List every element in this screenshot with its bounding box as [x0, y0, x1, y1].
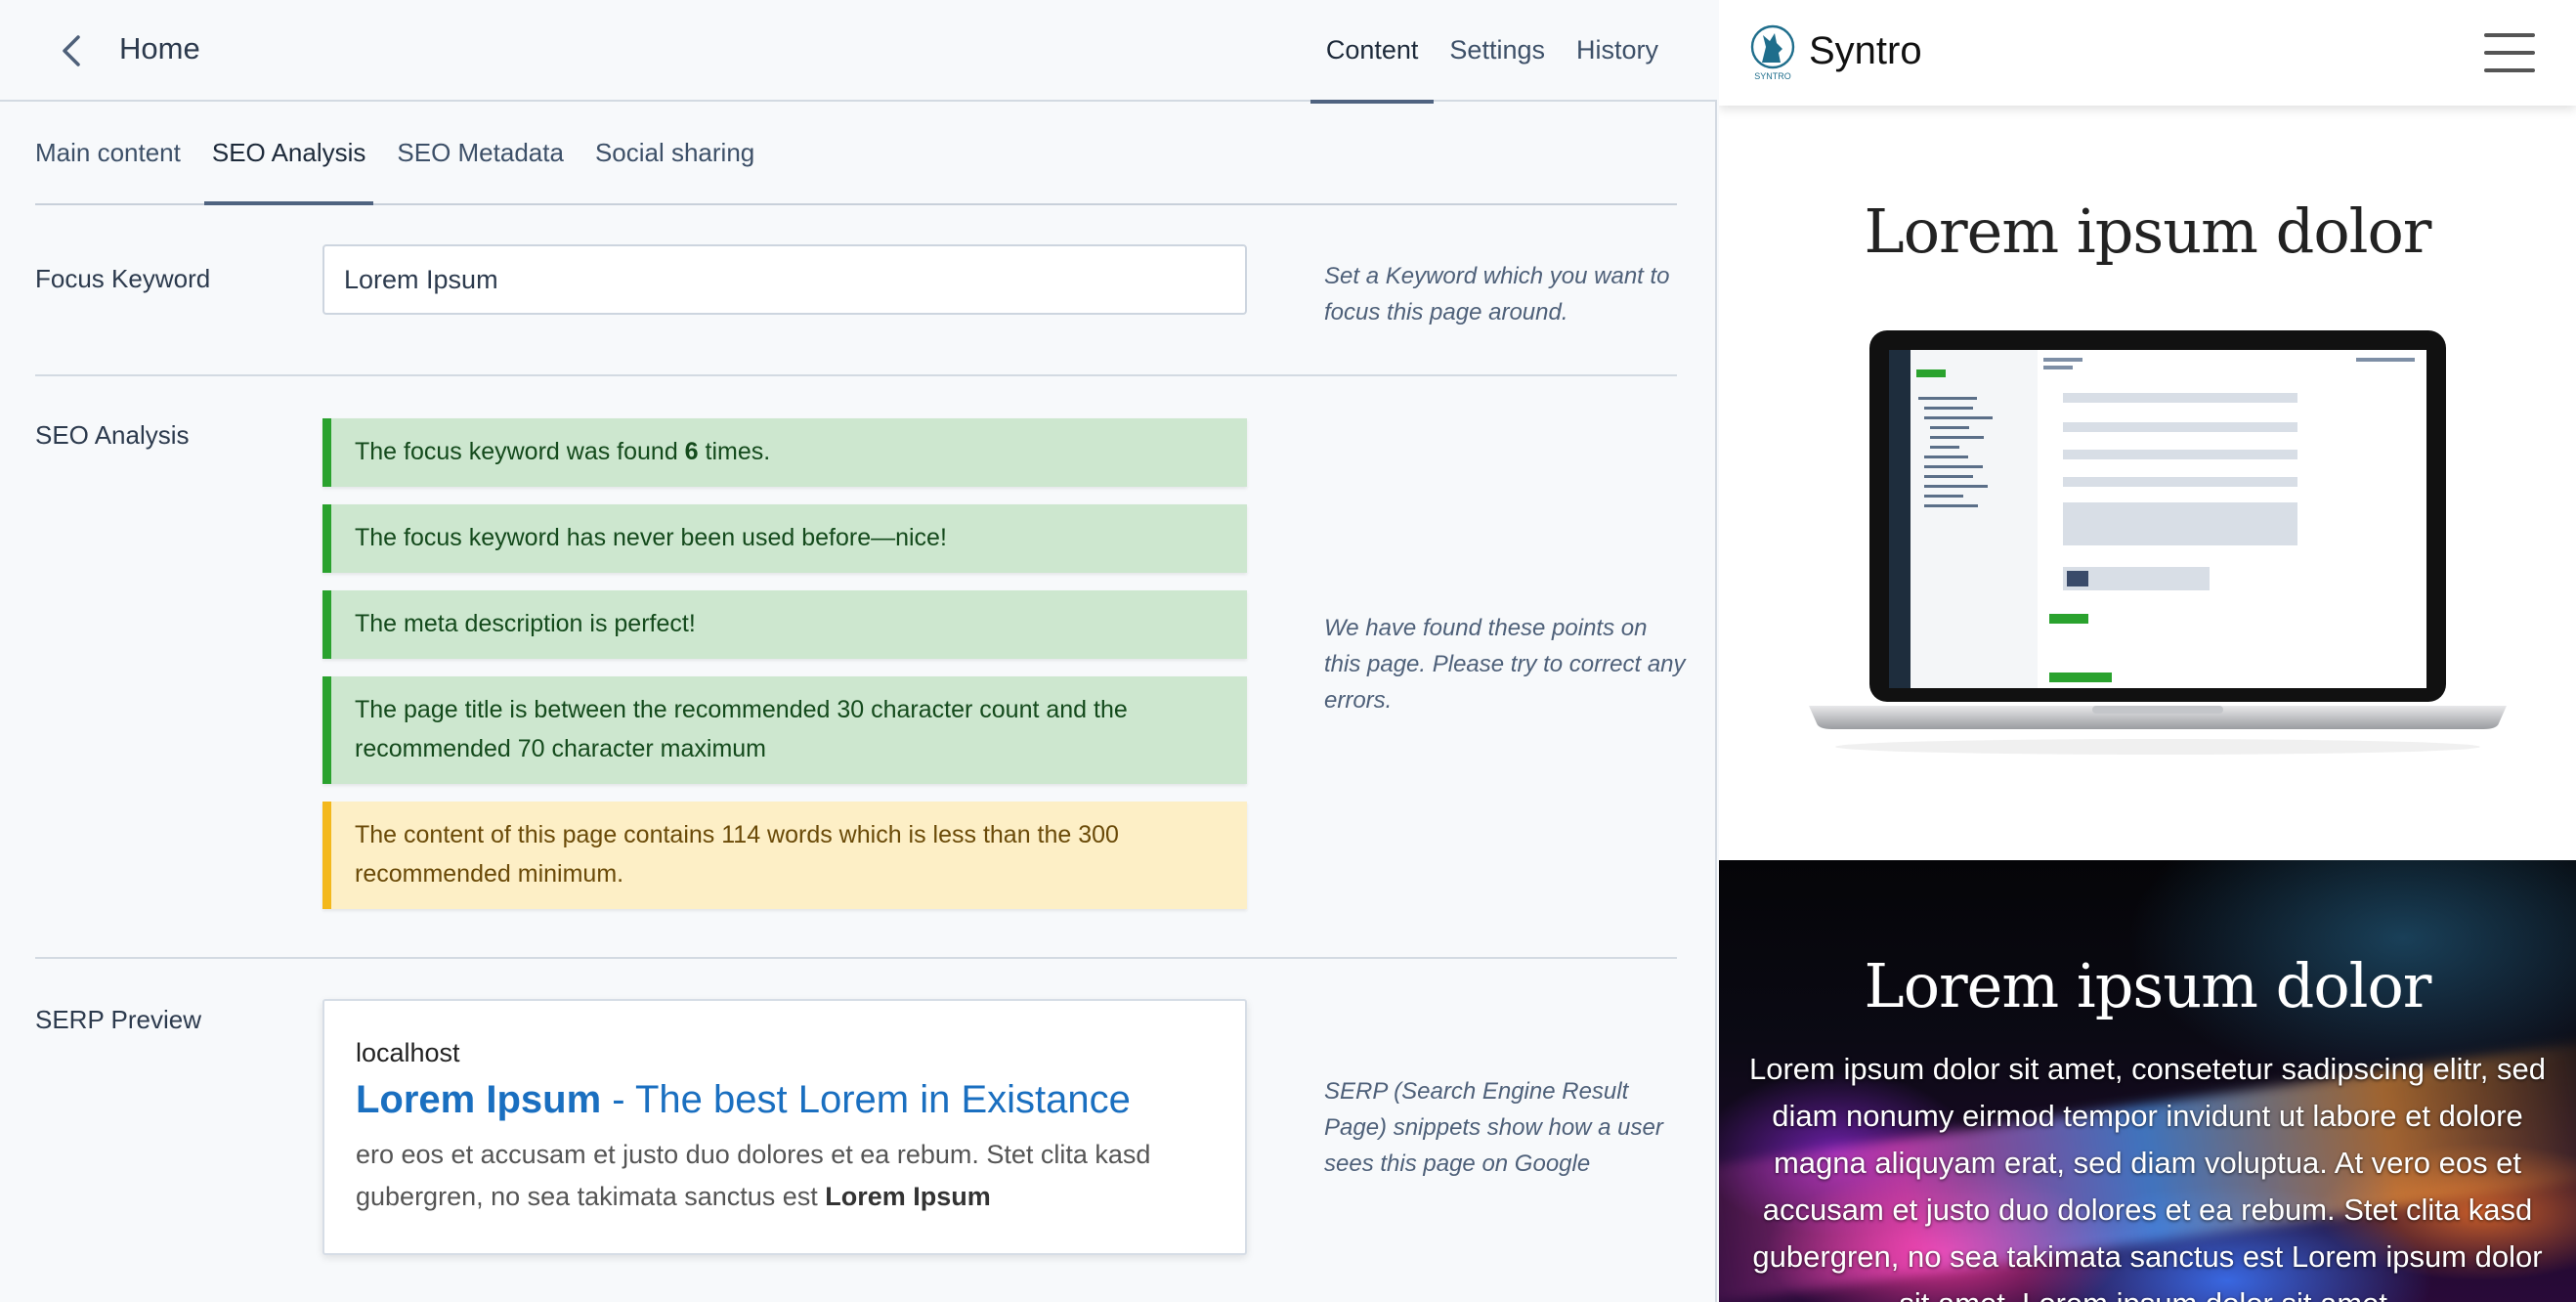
- top-bar: Home Content Settings History: [0, 0, 1717, 104]
- tab-settings[interactable]: Settings: [1434, 0, 1561, 102]
- hamburger-menu-icon[interactable]: [2484, 33, 2535, 72]
- focus-keyword-help: Set a Keyword which you want to focus th…: [1324, 263, 1670, 326]
- subtab-seo-analysis[interactable]: SEO Analysis: [203, 102, 374, 205]
- site-brand[interactable]: Syntro: [1809, 29, 1922, 73]
- seo-message-warning: The content of this page contains 114 wo…: [322, 802, 1247, 909]
- message-text: The focus keyword was found: [355, 438, 685, 465]
- message-text: The page title is between the recommende…: [355, 696, 1128, 762]
- subtab-seo-metadata[interactable]: SEO Metadata: [389, 102, 572, 203]
- message-text-end: times.: [698, 438, 771, 465]
- message-text: The content of this page contains 114 wo…: [355, 821, 1119, 888]
- serp-description-keyword: Lorem Ipsum: [825, 1182, 991, 1211]
- logo-caption: SYNTRO: [1754, 71, 1791, 81]
- subtab-social-sharing[interactable]: Social sharing: [587, 102, 762, 203]
- seo-message-success: The page title is between the recommende…: [322, 676, 1247, 784]
- sub-tabs: Main content SEO Analysis SEO Metadata S…: [35, 102, 1677, 205]
- serp-title-rest: - The best Lorem in Existance: [601, 1078, 1131, 1121]
- hero-text: Lorem ipsum dolor sit amet, consetetur s…: [1749, 1052, 2546, 1302]
- serp-description-text: ero eos et accusam et justo duo dolores …: [356, 1140, 1151, 1211]
- serp-title-keyword: Lorem Ipsum: [356, 1078, 602, 1121]
- focus-keyword-label: Focus Keyword: [35, 264, 211, 293]
- serp-url: localhost: [356, 1038, 460, 1067]
- focus-keyword-input[interactable]: [322, 244, 1247, 315]
- subtab-main-content[interactable]: Main content: [27, 102, 189, 203]
- seo-message-success: The focus keyword has never been used be…: [322, 504, 1247, 573]
- divider: [35, 957, 1677, 959]
- seo-analysis-label: SEO Analysis: [35, 420, 190, 450]
- site-header: SYNTRO Syntro: [1719, 0, 2576, 106]
- hero-heading: Lorem ipsum dolor: [1864, 950, 2432, 1021]
- hero-section: Lorem ipsum dolor Lorem ipsum dolor sit …: [1719, 860, 2576, 1302]
- tab-history[interactable]: History: [1561, 0, 1674, 102]
- wolf-logo-icon: SYNTRO: [1750, 24, 1795, 81]
- laptop-image: [1809, 330, 2507, 755]
- tab-content[interactable]: Content: [1309, 0, 1435, 104]
- message-text: The focus keyword has never been used be…: [355, 524, 947, 551]
- back-button[interactable]: [53, 29, 92, 72]
- serp-preview-help: SERP (Search Engine Result Page) snippet…: [1324, 1078, 1663, 1177]
- serp-description: ero eos et accusam et justo duo dolores …: [356, 1134, 1214, 1218]
- chevron-left-icon: [63, 35, 80, 66]
- top-tabs: Content Settings History: [1309, 0, 1674, 104]
- breadcrumb-home[interactable]: Home: [119, 31, 200, 66]
- serp-title-link[interactable]: Lorem Ipsum - The best Lorem in Existanc…: [356, 1078, 1214, 1122]
- editor-pane: Home Content Settings History Main conte…: [0, 0, 1717, 1302]
- preview-heading: Lorem ipsum dolor: [1864, 195, 2432, 267]
- keyword-count: 6: [684, 438, 699, 465]
- seo-analysis-help: We have found these points on this page.…: [1324, 615, 1686, 714]
- page-preview: SYNTRO Syntro Lorem ipsum dolor Lorem ip…: [1719, 0, 2576, 1302]
- divider: [35, 374, 1677, 376]
- message-text: The meta description is perfect!: [355, 610, 696, 637]
- seo-message-success: The meta description is perfect!: [322, 590, 1247, 659]
- serp-preview-label: SERP Preview: [35, 1005, 202, 1034]
- serp-snippet: localhost Lorem Ipsum - The best Lorem i…: [322, 999, 1247, 1255]
- seo-message-success: The focus keyword was found 6 times.: [322, 418, 1247, 487]
